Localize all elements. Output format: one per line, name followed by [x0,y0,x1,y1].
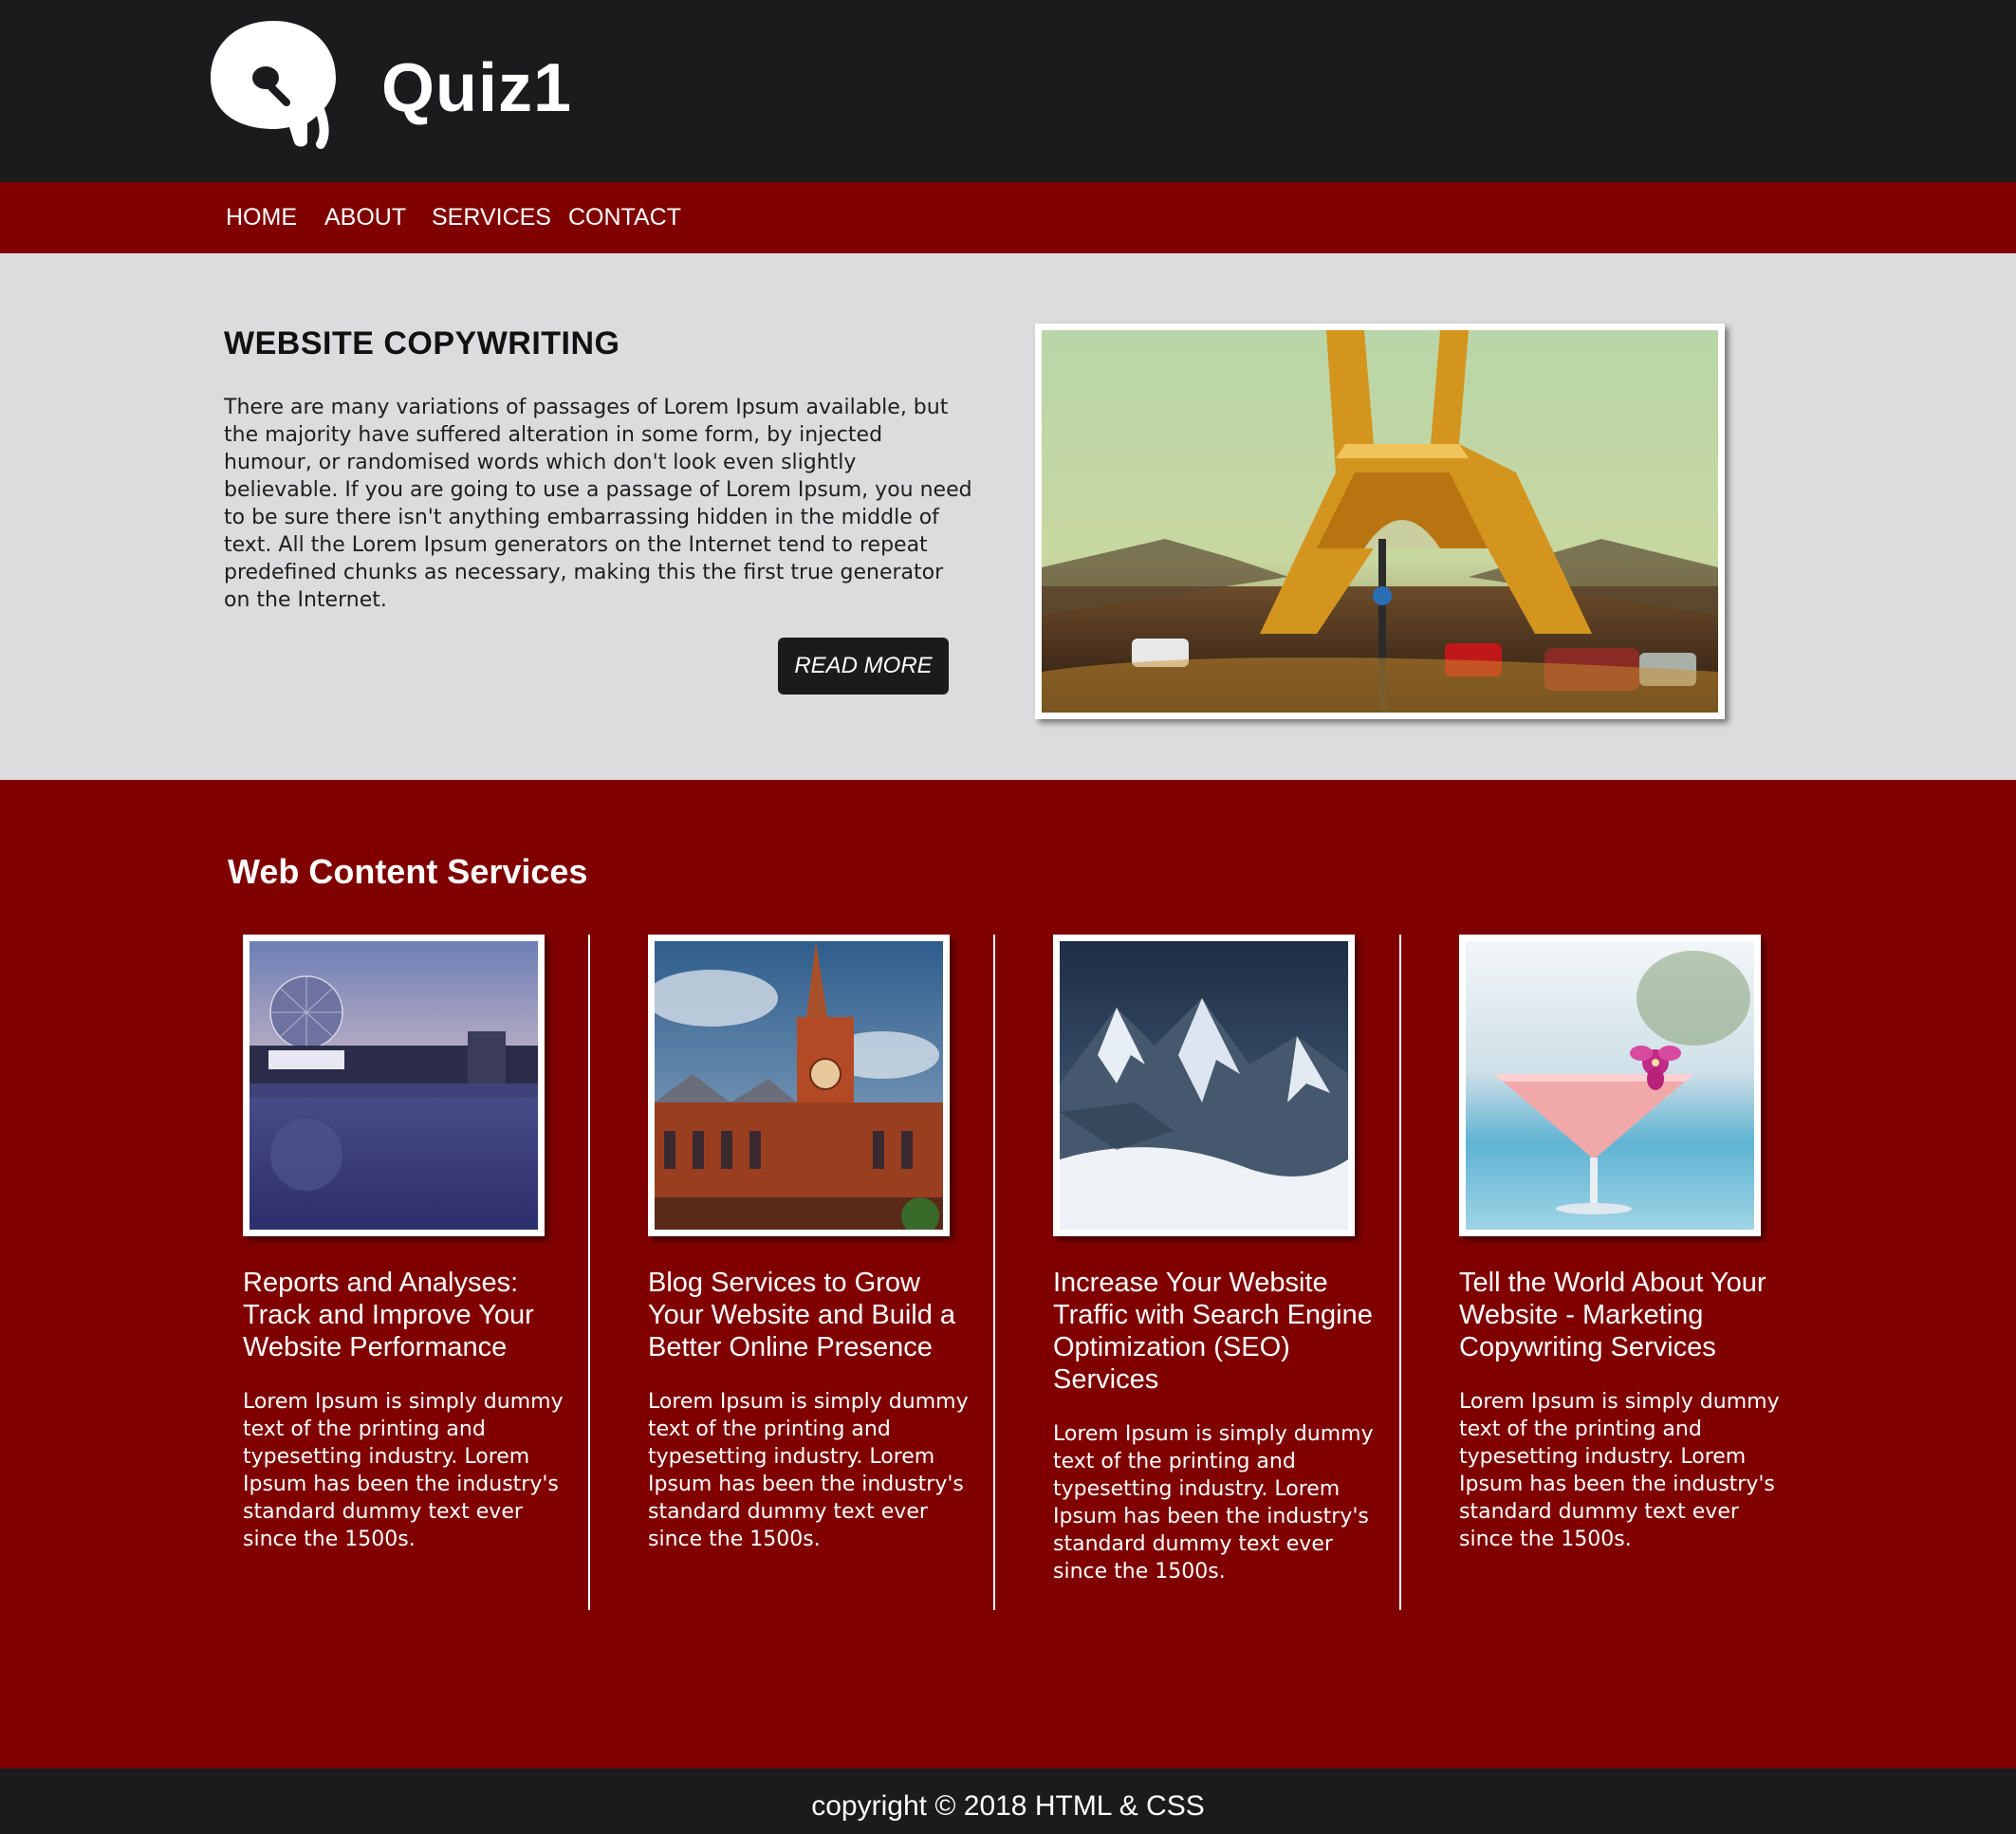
geodesic-dome-waterfront-photo [250,941,538,1230]
nav-item-services[interactable]: SERVICES [432,182,551,253]
q-logo-icon[interactable] [207,17,340,150]
service-card-title[interactable]: Increase Your Website Traffic with Searc… [1053,1267,1376,1396]
read-more-button[interactable]: READ MORE [778,638,949,695]
service-card-text: Lorem Ipsum is simply dummy text of the … [1053,1422,1374,1584]
site-header: Quiz1 [0,0,2016,182]
service-card-text: Lorem Ipsum is simply dummy text of the … [1459,1390,1780,1551]
service-card-image [243,935,545,1236]
column-divider [993,935,995,1610]
service-card-image [1459,935,1761,1236]
snowy-mountains-photo [1060,941,1348,1230]
nav-item-contact[interactable]: CONTACT [568,182,681,253]
clock-tower-building-photo [655,941,943,1230]
service-card-text: Lorem Ipsum is simply dummy text of the … [648,1390,969,1551]
nav-item-home[interactable]: HOME [226,182,297,253]
hero-title: WEBSITE COPYWRITING [224,325,620,361]
service-card-title[interactable]: Tell the World About Your Website - Mark… [1459,1267,1782,1363]
column-divider [588,935,590,1610]
nav-item-about[interactable]: ABOUT [324,182,406,253]
service-card-image [1053,935,1355,1236]
service-card-title[interactable]: Reports and Analyses: Track and Improve … [243,1267,565,1363]
services-section: Web Content Services Reports and Analyse… [0,780,2016,1769]
service-card-title[interactable]: Blog Services to Grow Your Website and B… [648,1267,971,1363]
site-title[interactable]: Quiz1 [381,46,572,131]
services-title: Web Content Services [228,852,588,891]
main-nav: HOME ABOUT SERVICES CONTACT [0,182,2016,253]
service-card-image [648,935,950,1236]
hero-image [1035,324,1725,719]
service-card-text: Lorem Ipsum is simply dummy text of the … [243,1390,564,1551]
eiffel-tower-photo [1042,330,1718,713]
hero-text: There are many variations of passages of… [224,396,972,612]
hero-section: WEBSITE COPYWRITING There are many varia… [0,253,2016,780]
copyright-text: copyright © 2018 HTML & CSS [811,1790,1205,1822]
site-footer: copyright © 2018 HTML & CSS [0,1769,2016,1834]
cocktail-glass-orchid-photo [1466,941,1754,1230]
column-divider [1399,935,1401,1610]
